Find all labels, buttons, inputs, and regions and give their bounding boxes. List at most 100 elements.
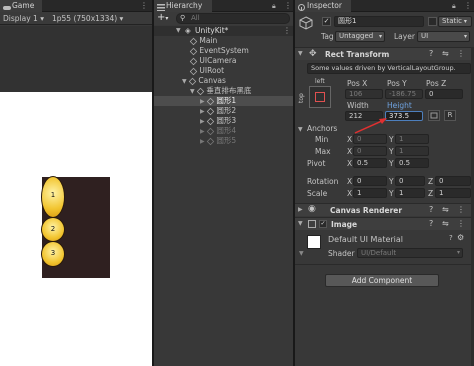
scene-row[interactable]: ▼ ◈ UnityKit* ⋮ (154, 26, 293, 36)
preset-icon[interactable]: ⇋ (442, 219, 449, 228)
add-button[interactable]: +▾ (157, 12, 168, 25)
expand-arrow-icon[interactable]: ▶ (200, 138, 205, 145)
tab-hierarchy[interactable]: Hierarchy (154, 0, 212, 12)
inspector-tabbar: Inspector 🔒︎ ⋮ (295, 0, 474, 12)
hierarchy-tabbar: Hierarchy 🔒︎ ⋮ (154, 0, 293, 12)
scene-menu-icon[interactable]: ⋮ (283, 26, 291, 36)
pivot-x-field[interactable]: 0.5 (353, 158, 387, 168)
expand-arrow-icon[interactable]: ▶ (298, 206, 303, 213)
dropdown-arrow-icon: ▾ (165, 15, 169, 22)
tree-item[interactable]: ▶ 圆形2 (200, 106, 236, 116)
collapse-arrow-icon[interactable]: ▼ (298, 220, 303, 227)
tree-item-inactive[interactable]: ▶ 圆形5 (200, 136, 236, 146)
help-icon[interactable]: ? (429, 205, 433, 214)
tree-item-selected[interactable]: ▶ 圆形1 (154, 96, 293, 106)
circle-label-2: 2 (50, 225, 56, 233)
expand-arrow-icon[interactable]: ▼ (182, 78, 187, 85)
image-enabled-checkbox[interactable]: ✓ (319, 220, 327, 228)
canvas-renderer-header[interactable]: ▶ ◉ Canvas Renderer ? ⇋ ⋮ (295, 203, 474, 216)
min-label: Min (315, 135, 329, 144)
rect-transform-header[interactable]: ▼ ✥ Rect Transform ? ⇋ ⋮ (295, 47, 474, 60)
static-dropdown[interactable]: Static ▾ (438, 16, 472, 27)
tree-item[interactable]: UIRoot (189, 66, 224, 76)
rotation-z-axis: Z (428, 177, 434, 186)
min-y-axis: Y (389, 135, 394, 144)
anchor-horizontal-label: left (315, 78, 325, 85)
static-checkbox[interactable] (428, 17, 437, 26)
expand-arrow-icon[interactable]: ▼ (190, 88, 195, 95)
raw-edit-button[interactable]: R (444, 110, 456, 121)
min-x-field: 0 (353, 134, 387, 144)
max-label: Max (315, 147, 331, 156)
object-icon (299, 16, 313, 30)
anchors-arrow-icon[interactable]: ▼ (298, 126, 303, 133)
max-y-axis: Y (389, 147, 394, 156)
tab-inspector[interactable]: Inspector (295, 0, 351, 12)
add-component-button[interactable]: Add Component (325, 274, 439, 287)
height-label: Height (387, 101, 412, 110)
more-menu-icon[interactable]: ⋮ (464, 1, 472, 11)
help-icon[interactable]: ? (429, 49, 433, 58)
layer-label: Layer (394, 32, 415, 41)
min-y-field: 1 (395, 134, 429, 144)
dropdown-arrow-icon: ▾ (378, 33, 382, 40)
rotation-label: Rotation (307, 177, 339, 186)
object-name-input[interactable]: 圆形1 (334, 16, 424, 27)
tree-item-inactive[interactable]: ▶ 圆形4 (200, 126, 236, 136)
help-icon[interactable]: ? (429, 219, 433, 228)
gameobject-icon (189, 37, 198, 45)
anchor-preset-button[interactable] (309, 86, 331, 108)
preset-icon[interactable]: ⇋ (442, 49, 449, 58)
dropdown-arrow-icon: ▾ (119, 14, 124, 23)
resolution-select[interactable]: 1p55 (750x1334) ▾ (52, 13, 123, 24)
scale-z-field[interactable]: 1 (435, 188, 471, 198)
tab-game[interactable]: Game (0, 0, 42, 12)
hierarchy-search-input[interactable]: ⚲ All (176, 13, 290, 24)
blueprint-mode-button[interactable] (428, 110, 440, 121)
pos-z-field[interactable]: 0 (425, 89, 463, 99)
help-icon[interactable]: ? (449, 234, 453, 242)
rotation-x-field[interactable]: 0 (353, 176, 387, 186)
tree-item[interactable]: UICamera (189, 56, 237, 66)
tab-inspector-label: Inspector (307, 1, 342, 10)
pivot-y-axis: Y (389, 159, 394, 168)
display-select[interactable]: Display 1 ▾ (3, 13, 44, 24)
expand-arrow-icon[interactable]: ▶ (200, 98, 205, 105)
more-menu-icon[interactable]: ⋮ (140, 1, 148, 11)
game-tabbar: Game ⋮ (0, 0, 152, 12)
rotation-y-field[interactable]: 0 (395, 176, 425, 186)
component-menu-icon[interactable]: ⋮ (457, 49, 465, 58)
more-menu-icon[interactable]: ⋮ (284, 1, 292, 11)
dropdown-arrow-icon: ▾ (40, 14, 44, 23)
tree-item[interactable]: ▼ Canvas (182, 76, 226, 86)
expand-arrow-icon[interactable]: ▶ (200, 118, 205, 125)
component-menu-icon[interactable]: ⋮ (457, 205, 465, 214)
gear-icon[interactable]: ⚙ (457, 233, 464, 242)
pivot-y-field[interactable]: 0.5 (395, 158, 429, 168)
collapse-arrow-icon[interactable]: ▼ (298, 50, 303, 57)
lock-icon[interactable]: 🔒︎ (272, 1, 276, 11)
dropdown-arrow-icon: ▾ (456, 249, 460, 256)
layer-dropdown[interactable]: UI ▾ (417, 31, 470, 42)
tree-item[interactable]: ▶ 圆形3 (200, 116, 236, 126)
scale-y-field[interactable]: 1 (395, 188, 425, 198)
height-field[interactable]: 373.5 (385, 111, 423, 121)
lock-icon[interactable]: 🔒︎ (452, 1, 456, 11)
expand-arrow-icon[interactable]: ▼ (176, 26, 181, 36)
expand-arrow-icon[interactable]: ▶ (200, 108, 205, 115)
expand-arrow-icon[interactable]: ▶ (200, 128, 205, 135)
tree-item-label: 圆形4 (216, 126, 237, 135)
tree-item[interactable]: EventSystem (189, 46, 249, 56)
preset-icon[interactable]: ⇋ (442, 205, 449, 214)
rotation-z-field[interactable]: 0 (435, 176, 471, 186)
component-menu-icon[interactable]: ⋮ (457, 219, 465, 228)
gameobject-icon (206, 107, 215, 115)
image-header[interactable]: ▼ ✓ Image ? ⇋ ⋮ (295, 217, 474, 230)
expand-arrow-icon[interactable]: ▼ (299, 250, 304, 257)
tree-item[interactable]: ▼ 垂直排布黑底 (190, 86, 251, 96)
active-checkbox[interactable]: ✓ (322, 17, 331, 26)
scale-x-field[interactable]: 1 (353, 188, 387, 198)
search-icon: ⚲ (180, 14, 186, 22)
tag-dropdown[interactable]: Untagged ▾ (335, 31, 385, 42)
tree-item[interactable]: Main (189, 36, 217, 46)
